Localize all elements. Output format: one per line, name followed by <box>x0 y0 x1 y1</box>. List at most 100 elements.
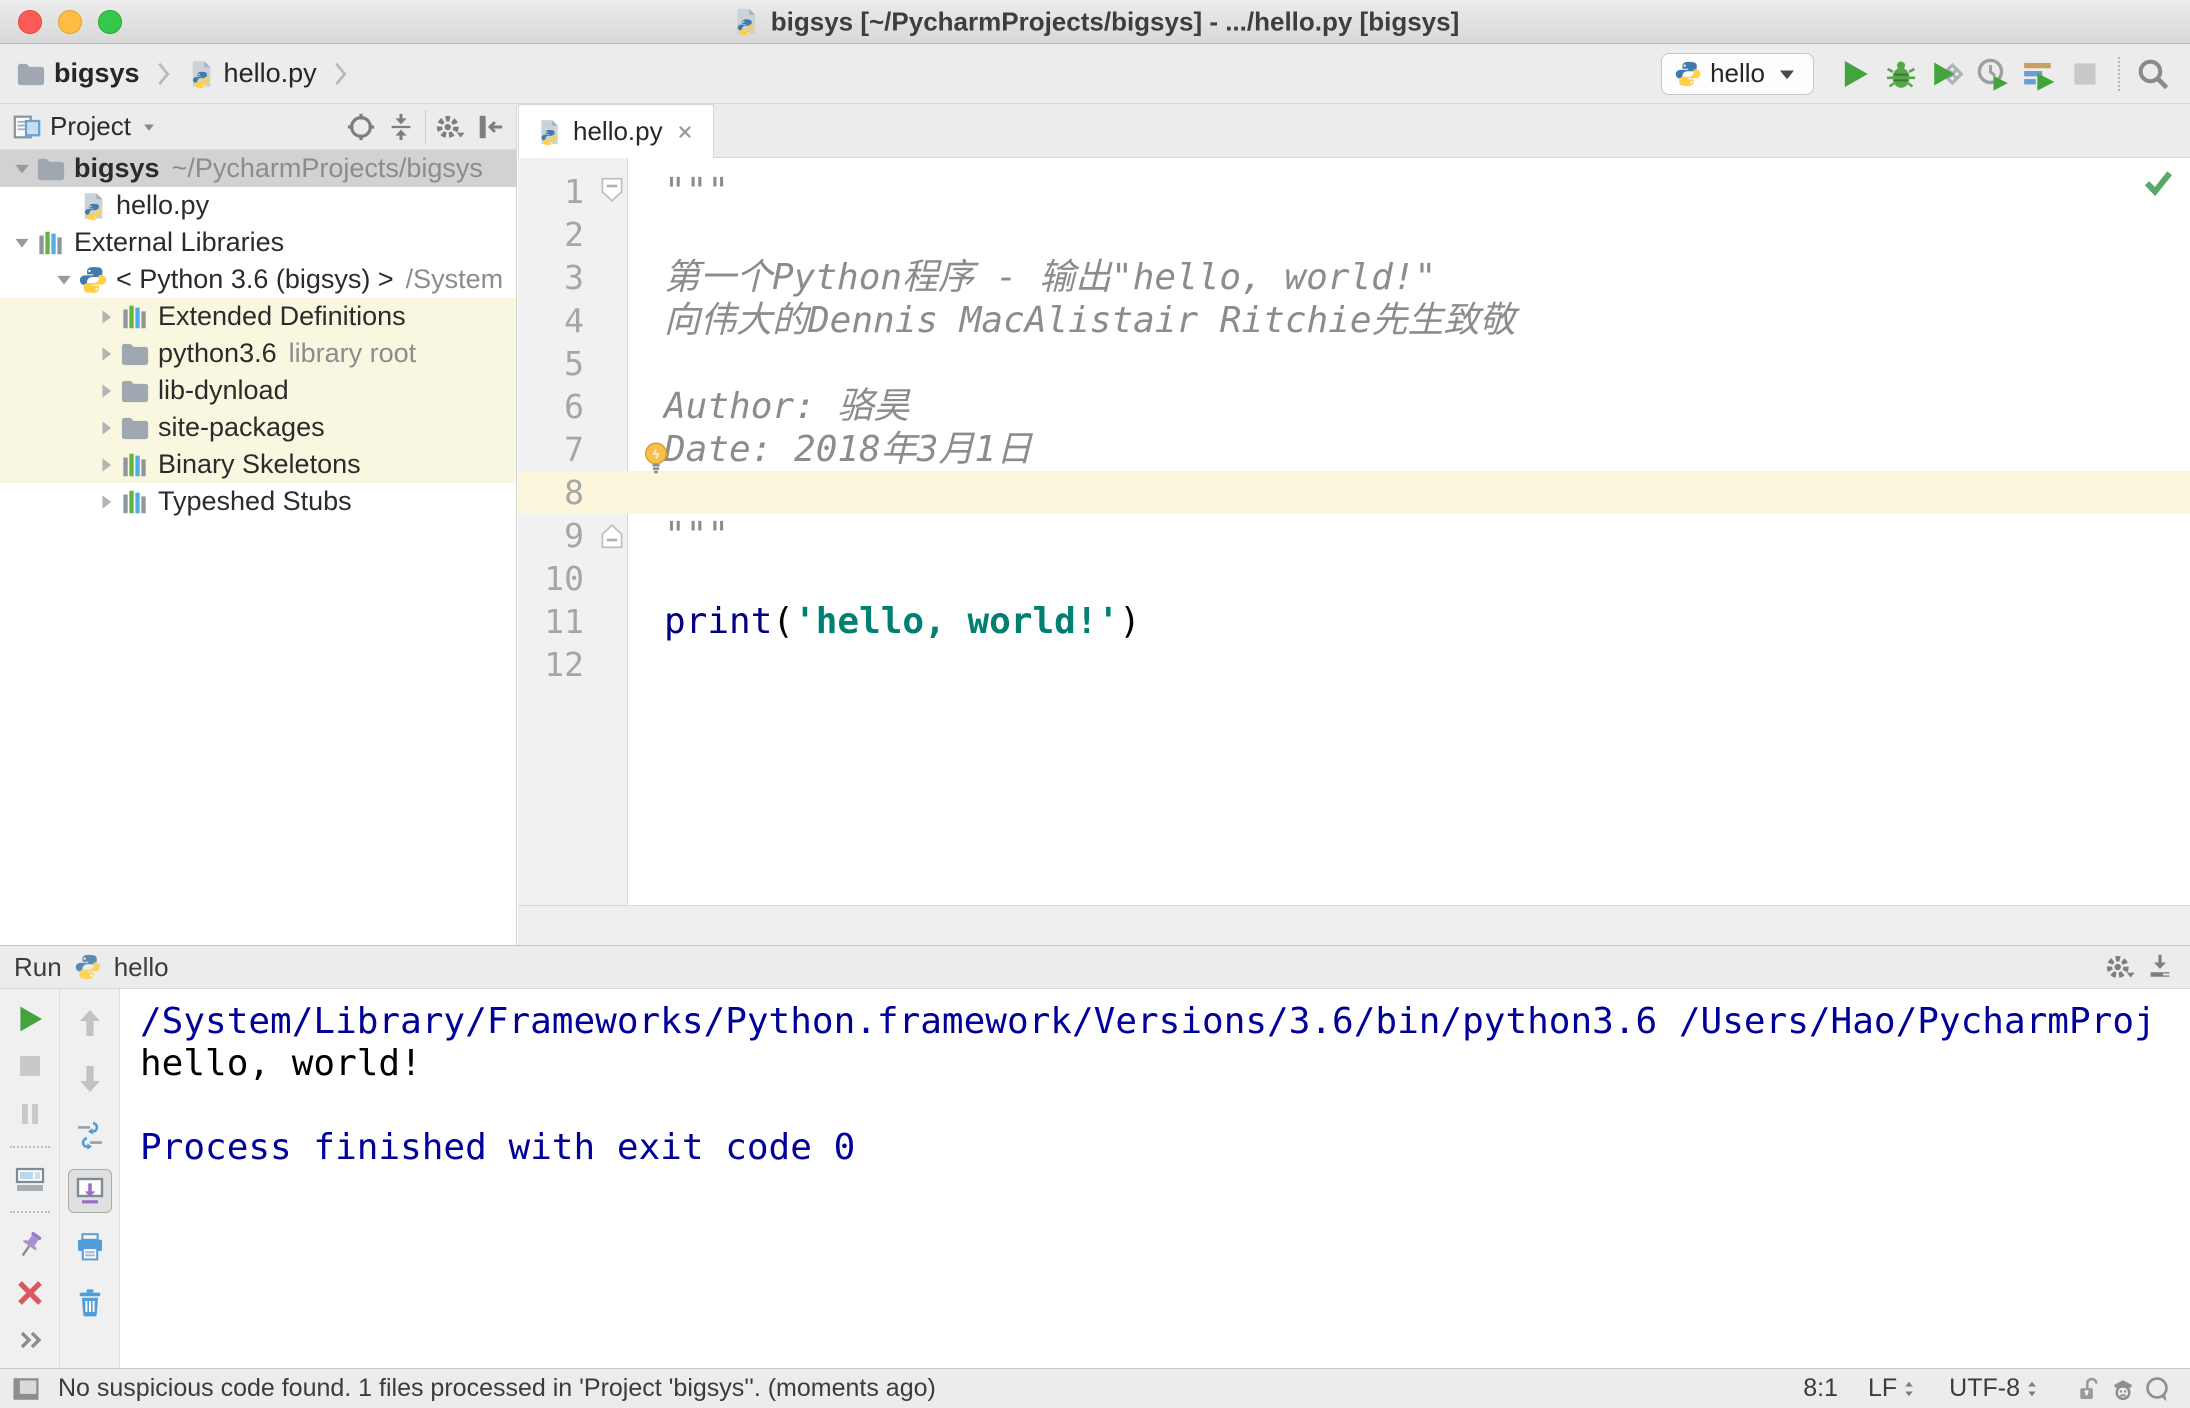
fold-marker-icon[interactable] <box>598 175 626 207</box>
more-button[interactable] <box>8 1322 52 1358</box>
run-console[interactable]: /System/Library/Frameworks/Python.framew… <box>120 989 2190 1368</box>
up-arrow-button[interactable] <box>68 1001 112 1045</box>
python-file-icon <box>731 7 761 37</box>
editor-tab[interactable]: hello.py <box>518 104 714 158</box>
expander-icon[interactable] <box>92 451 120 479</box>
breadcrumb-item[interactable]: bigsys <box>54 58 140 89</box>
gutter-cell[interactable]: 11 <box>518 600 628 643</box>
run-configuration-select[interactable]: hello <box>1661 52 1814 95</box>
caret-down-gray-icon <box>143 124 154 131</box>
window-controls <box>18 10 122 34</box>
gutter-cell[interactable]: 4 <box>518 299 628 342</box>
restore-layout-button[interactable] <box>8 1162 52 1198</box>
close-tab-icon[interactable] <box>673 120 697 144</box>
gutter-cell[interactable]: 3 <box>518 256 628 299</box>
tree-row[interactable]: hello.py <box>0 187 516 224</box>
expander-icon[interactable] <box>50 266 78 294</box>
separator <box>9 1211 50 1214</box>
project-panel-title[interactable]: Project <box>50 111 131 142</box>
run-button[interactable] <box>1832 51 1878 97</box>
tree-row[interactable]: Typeshed Stubs <box>0 483 516 520</box>
debug-button[interactable] <box>1878 51 1924 97</box>
code-editor[interactable]: 1 """ 2 3 第一个Python程序 - 输出"hello, world!" 4 向… <box>518 158 2190 905</box>
python-file-icon <box>737 8 756 36</box>
expander-icon[interactable] <box>92 340 120 368</box>
tree-row[interactable]: bigsys ~/PycharmProjects/bigsys <box>0 150 516 187</box>
line-number: 3 <box>564 258 584 297</box>
gutter-cell[interactable]: 8 <box>518 471 628 514</box>
locate-button[interactable] <box>341 107 381 147</box>
gutter-cell[interactable]: 6 <box>518 385 628 428</box>
tree-row[interactable]: python3.6 library root <box>0 335 516 372</box>
expander-icon[interactable] <box>92 414 120 442</box>
clear-all-button[interactable] <box>68 1281 112 1325</box>
gutter-cell[interactable]: 12 <box>518 643 628 686</box>
tree-row[interactable]: site-packages <box>0 409 516 446</box>
gutter-cell[interactable]: 9 <box>518 514 628 557</box>
project-panel-toolbar <box>341 107 510 147</box>
soft-wrap-button[interactable] <box>68 1113 112 1157</box>
gutter-cell[interactable]: 2 <box>518 213 628 256</box>
scroll-to-end-button[interactable] <box>67 1169 112 1213</box>
print-button[interactable] <box>68 1225 112 1269</box>
editor-line: 3 第一个Python程序 - 输出"hello, world!" <box>518 256 2190 299</box>
zoom-window-button[interactable] <box>98 10 122 34</box>
run-panel-config-name[interactable]: hello <box>114 952 169 983</box>
tree-row[interactable]: Extended Definitions <box>0 298 516 335</box>
tree-row[interactable]: lib-dynload <box>0 372 516 409</box>
feedback-button[interactable] <box>2140 1372 2174 1406</box>
line-separator-widget[interactable]: LF <box>1868 1374 1919 1403</box>
pause-button[interactable] <box>8 1096 52 1132</box>
settings-button[interactable] <box>430 107 470 147</box>
close-button[interactable] <box>8 1275 52 1311</box>
stop-button[interactable] <box>2062 51 2108 97</box>
rerun-button[interactable] <box>8 1001 52 1037</box>
stop-button[interactable] <box>8 1049 52 1085</box>
run-with-coverage-button[interactable] <box>1924 51 1970 97</box>
gutter-cell[interactable]: 1 <box>518 170 628 213</box>
gutter-cell[interactable]: 5 <box>518 342 628 385</box>
unlock-button[interactable] <box>2072 1372 2106 1406</box>
intention-bulb-icon[interactable] <box>638 440 674 486</box>
caret-position-widget[interactable]: 8:1 <box>1803 1374 1838 1403</box>
dock-down-button[interactable] <box>2140 947 2180 987</box>
expander-icon[interactable] <box>92 488 120 516</box>
inspections-ok-icon[interactable] <box>2142 166 2174 198</box>
search-everywhere-button[interactable] <box>2130 51 2176 97</box>
hide-panel-button[interactable] <box>470 107 510 147</box>
expander-icon[interactable] <box>92 303 120 331</box>
tree-row[interactable]: Binary Skeletons <box>0 446 516 483</box>
gutter-cell[interactable]: 10 <box>518 557 628 600</box>
editor-horizontal-scrollbar[interactable] <box>518 905 2190 945</box>
project-tree[interactable]: bigsys ~/PycharmProjects/bigsys hello.py Ex… <box>0 150 516 945</box>
line-number: 11 <box>544 602 584 641</box>
close-window-button[interactable] <box>18 10 42 34</box>
expander-icon[interactable] <box>8 229 36 257</box>
line-number: 4 <box>564 301 584 340</box>
minimize-window-button[interactable] <box>58 10 82 34</box>
toolwindow-bars-toggle-icon[interactable] <box>12 1375 40 1403</box>
python-logo-icon <box>79 266 107 293</box>
expander-icon[interactable] <box>8 155 36 183</box>
fold-marker-icon[interactable] <box>598 519 626 551</box>
expander-icon[interactable] <box>92 377 120 405</box>
gutter-cell[interactable]: 7 <box>518 428 628 471</box>
profiler-button[interactable] <box>1970 51 2016 97</box>
settings-button[interactable] <box>2100 947 2140 987</box>
tree-row[interactable]: < Python 3.6 (bigsys) > /System <box>0 261 516 298</box>
status-bar-icons <box>2072 1372 2174 1406</box>
breadcrumb-item[interactable]: hello.py <box>224 58 317 89</box>
encoding-widget[interactable]: UTF-8 <box>1949 1374 2042 1403</box>
chevron-down-icon[interactable] <box>139 117 159 137</box>
status-bar-widgets: 8:1 LF UTF-8 <box>1803 1372 2174 1406</box>
tri-down-icon <box>57 275 71 285</box>
collapse-all-button[interactable] <box>381 107 421 147</box>
pin-button[interactable] <box>8 1227 52 1263</box>
tree-row[interactable]: External Libraries <box>0 224 516 261</box>
folder-icon <box>121 417 149 439</box>
down-arrow-button[interactable] <box>68 1057 112 1101</box>
tri-down-icon <box>15 238 29 248</box>
concurrency-diagram-button[interactable] <box>2016 51 2062 97</box>
hector-button[interactable] <box>2106 1372 2140 1406</box>
